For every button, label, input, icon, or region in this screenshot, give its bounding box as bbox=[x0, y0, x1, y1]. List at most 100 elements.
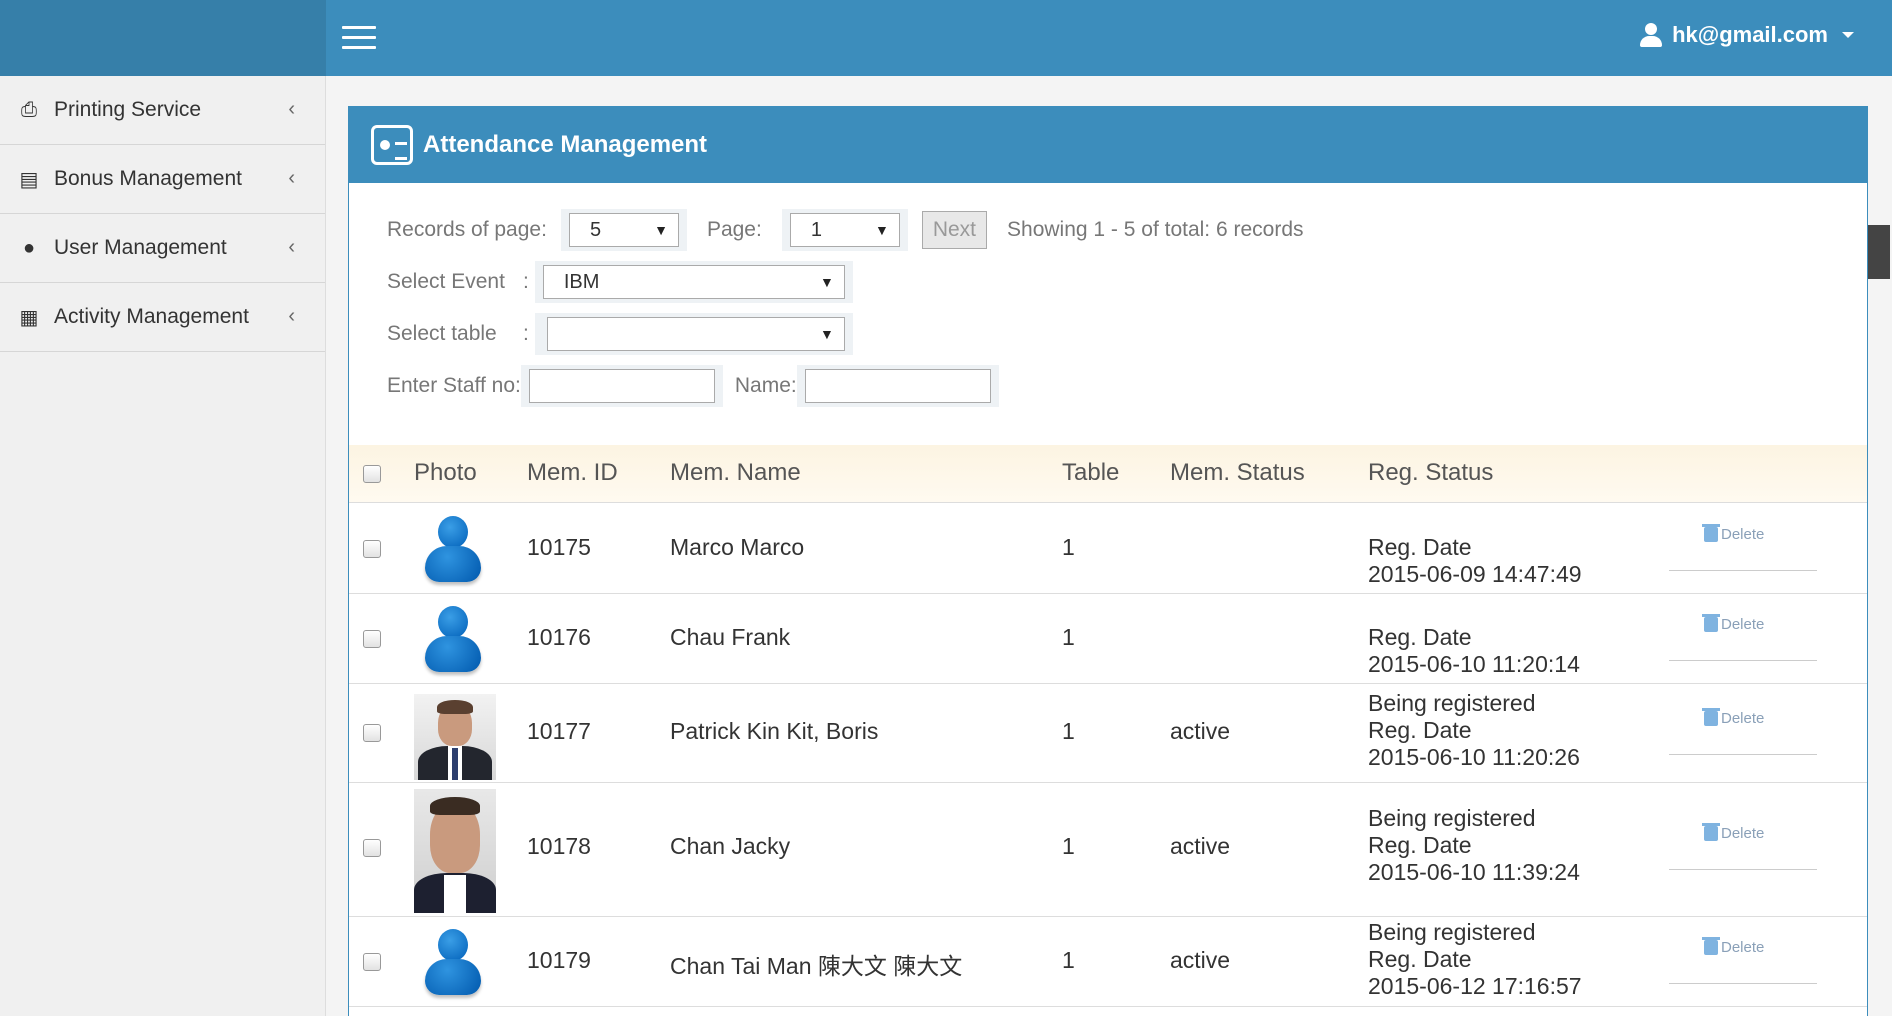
sidebar: ⎙ Printing Service ‹ ▤ Bonus Management … bbox=[0, 76, 326, 1016]
mem-name: Chau Frank bbox=[670, 624, 791, 650]
divider bbox=[1669, 869, 1817, 870]
pagination-row: Records of page: 5 ▼ Page: 1 ▼ Next Show… bbox=[387, 205, 1867, 255]
sidebar-item-bonus-management[interactable]: ▤ Bonus Management ‹ bbox=[0, 145, 325, 214]
mem-id: 10176 bbox=[527, 624, 591, 650]
sidebar-toggle-icon[interactable] bbox=[342, 26, 376, 50]
table-number: 1 bbox=[1062, 947, 1075, 973]
delete-button[interactable]: Delete bbox=[1702, 823, 1765, 842]
table-number: 1 bbox=[1062, 718, 1075, 744]
delete-button[interactable]: Delete bbox=[1702, 614, 1765, 633]
row-checkbox[interactable] bbox=[363, 953, 381, 971]
page-select[interactable]: 1 ▼ bbox=[789, 213, 900, 247]
page-value: 1 bbox=[810, 218, 822, 241]
sidebar-item-label: Activity Management bbox=[54, 305, 249, 328]
dropdown-arrow-icon: ▼ bbox=[654, 222, 668, 238]
trash-icon bbox=[1702, 823, 1720, 841]
sidebar-item-user-management[interactable]: ● User Management ‹ bbox=[0, 214, 325, 283]
reg-date-value: 2015-06-10 11:20:14 bbox=[1368, 651, 1580, 677]
column-header-table: Table bbox=[1062, 459, 1120, 486]
staff-no-input[interactable] bbox=[528, 369, 715, 403]
trash-icon bbox=[1702, 708, 1720, 726]
sidebar-item-activity-management[interactable]: ▦ Activity Management ‹ bbox=[0, 283, 325, 352]
divider bbox=[1669, 660, 1817, 661]
table-select[interactable]: ▼ bbox=[546, 317, 845, 351]
chevron-left-icon: ‹ bbox=[288, 236, 295, 258]
caret-down-icon bbox=[1842, 32, 1854, 38]
table-row: 10178 Chan Jacky 1 active Being register… bbox=[349, 783, 1867, 917]
select-event-label: Select Event bbox=[387, 270, 505, 293]
reg-status: Reg. Date 2015-06-09 14:47:49 bbox=[1368, 534, 1582, 588]
delete-button[interactable]: Delete bbox=[1702, 708, 1764, 727]
sidebar-item-label: Printing Service bbox=[54, 98, 202, 121]
reg-date-label: Reg. Date bbox=[1368, 832, 1472, 858]
row-checkbox[interactable] bbox=[363, 540, 381, 558]
user-icon: ● bbox=[22, 236, 36, 259]
row-checkbox[interactable] bbox=[363, 630, 381, 648]
printer-icon: ⎙ bbox=[21, 98, 37, 121]
table-row: 10176 Chau Frank 1 Reg. Date 2015-06-10 … bbox=[349, 594, 1867, 684]
table-number: 1 bbox=[1062, 624, 1075, 650]
top-navbar: hk@gmail.com bbox=[326, 0, 1892, 76]
page-label: Page: bbox=[706, 218, 762, 241]
reg-status: Being registered Reg. Date 2015-06-10 11… bbox=[1368, 805, 1580, 886]
records-per-page-value: 5 bbox=[589, 218, 602, 241]
bank-icon: ▦ bbox=[19, 306, 39, 329]
member-photo bbox=[414, 789, 496, 913]
showing-records-text: Showing 1 - 5 of total: 6 records bbox=[1007, 218, 1304, 241]
records-per-page-label: Records of page: bbox=[387, 218, 547, 241]
brand-logo-area bbox=[0, 0, 326, 76]
chevron-left-icon: ‹ bbox=[288, 305, 295, 327]
reg-date-value: 2015-06-09 14:47:49 bbox=[1368, 561, 1582, 587]
mem-name: Chan Jacky bbox=[670, 833, 791, 859]
records-per-page-select[interactable]: 5 ▼ bbox=[568, 213, 679, 247]
table-number: 1 bbox=[1062, 534, 1075, 560]
box-header: Attendance Management bbox=[349, 107, 1867, 183]
mem-id: 10177 bbox=[527, 718, 591, 744]
table-row: 10177 Patrick Kin Kit, Boris 1 active Be… bbox=[349, 684, 1867, 783]
select-table-label: Select table bbox=[387, 322, 497, 345]
event-select[interactable]: IBM ▼ bbox=[542, 265, 845, 299]
filter-panel: Records of page: 5 ▼ Page: 1 ▼ Next Show… bbox=[349, 183, 1867, 411]
attendance-box: Attendance Management Records of page: 5… bbox=[348, 106, 1868, 1016]
reg-date-label: Reg. Date bbox=[1368, 717, 1472, 743]
select-table-colon: : bbox=[523, 322, 529, 345]
select-all-checkbox[interactable] bbox=[363, 465, 381, 483]
name-input[interactable] bbox=[804, 369, 991, 403]
table-select-wrap: ▼ bbox=[534, 313, 853, 355]
mem-status: active bbox=[1170, 947, 1231, 973]
staff-no-wrap bbox=[520, 365, 723, 407]
row-checkbox[interactable] bbox=[363, 839, 381, 857]
delete-button[interactable]: Delete bbox=[1702, 524, 1764, 543]
delete-label: Delete bbox=[1721, 825, 1765, 842]
name-wrap bbox=[796, 365, 999, 407]
reg-status: Being registered Reg. Date 2015-06-12 17… bbox=[1368, 919, 1582, 1000]
user-icon bbox=[1640, 23, 1663, 47]
mem-name: Marco Marco bbox=[670, 534, 805, 560]
avatar bbox=[421, 512, 485, 588]
member-photo bbox=[414, 694, 496, 780]
reg-status-line: Being registered bbox=[1368, 919, 1536, 945]
reg-date-value: 2015-06-10 11:39:24 bbox=[1368, 859, 1580, 885]
delete-label: Delete bbox=[1721, 616, 1765, 633]
user-menu[interactable]: hk@gmail.com bbox=[1640, 22, 1854, 48]
avatar bbox=[421, 602, 485, 678]
mem-name: Patrick Kin Kit, Boris bbox=[670, 718, 879, 744]
row-checkbox[interactable] bbox=[363, 724, 381, 742]
reg-date-value: 2015-06-10 11:20:26 bbox=[1368, 744, 1580, 770]
trash-icon bbox=[1702, 524, 1720, 542]
page-title: Attendance Management bbox=[423, 131, 708, 158]
mem-name: Chan Tai Man 陳大文 陳大文 bbox=[670, 953, 963, 979]
delete-button[interactable]: Delete bbox=[1702, 937, 1764, 956]
table-header: Photo Mem. ID Mem. Name Table Mem. Statu… bbox=[349, 445, 1867, 503]
sidebar-item-label: User Management bbox=[54, 236, 227, 259]
next-button[interactable]: Next bbox=[921, 211, 988, 249]
reg-status: Reg. Date 2015-06-10 11:20:14 bbox=[1368, 624, 1580, 678]
sidebar-item-printing-service[interactable]: ⎙ Printing Service ‹ bbox=[0, 76, 325, 145]
select-table-row: Select table : ▼ bbox=[387, 309, 1867, 359]
column-header-reg-status: Reg. Status bbox=[1368, 459, 1494, 486]
table-row: 10175 Marco Marco 1 Reg. Date 2015-06-09… bbox=[349, 504, 1867, 594]
reg-date-label: Reg. Date bbox=[1368, 534, 1472, 560]
reg-status-line: Being registered bbox=[1368, 690, 1536, 716]
divider bbox=[1669, 570, 1817, 571]
page-select-wrap: 1 ▼ bbox=[781, 209, 908, 251]
